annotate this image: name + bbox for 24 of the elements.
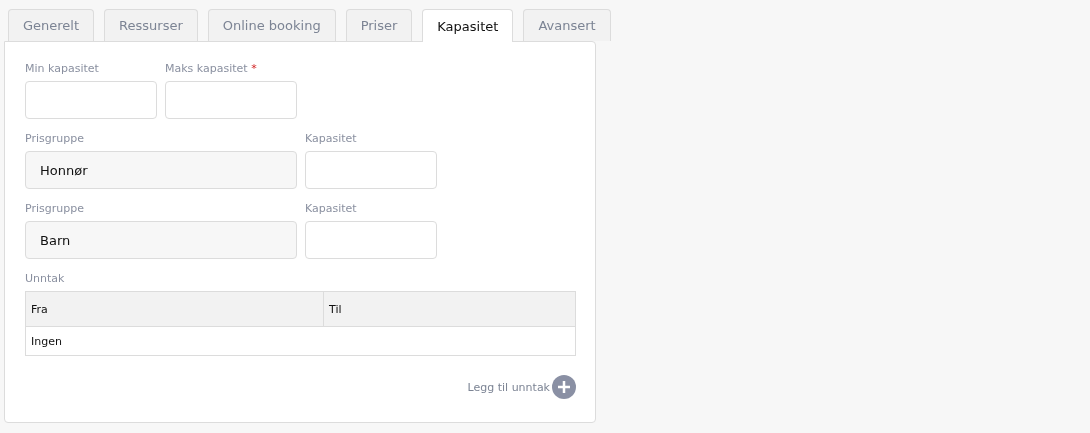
field-label: Maks kapasitet *	[165, 62, 258, 75]
tab[interactable]: Online booking	[207, 9, 336, 41]
column-header: Fra	[25, 291, 324, 327]
price-group-field: Barn	[25, 221, 297, 259]
plus-icon	[552, 375, 576, 399]
input-field[interactable]	[305, 221, 437, 259]
field-label: Kapasitet	[305, 202, 358, 215]
tab[interactable]: Avansert	[523, 9, 611, 41]
field-label: Min kapasitet	[25, 62, 100, 75]
input-field[interactable]	[165, 81, 297, 119]
column-header: Til	[323, 291, 576, 327]
tab[interactable]: Kapasitet	[422, 9, 514, 42]
add-exception-button[interactable]: Legg til unntak	[467, 375, 576, 399]
input-field[interactable]	[25, 81, 157, 119]
table-cell: Ingen	[25, 326, 576, 356]
field-label: Prisgruppe	[25, 132, 85, 145]
tab[interactable]: Priser	[345, 9, 413, 41]
tab[interactable]: Ressurser	[104, 9, 198, 41]
price-group-field: Honnør	[25, 151, 297, 189]
field-label: Kapasitet	[305, 132, 358, 145]
section-label: Unntak	[25, 272, 66, 285]
tab[interactable]: Generelt	[8, 9, 95, 41]
field-label: Prisgruppe	[25, 202, 85, 215]
input-field[interactable]	[305, 151, 437, 189]
